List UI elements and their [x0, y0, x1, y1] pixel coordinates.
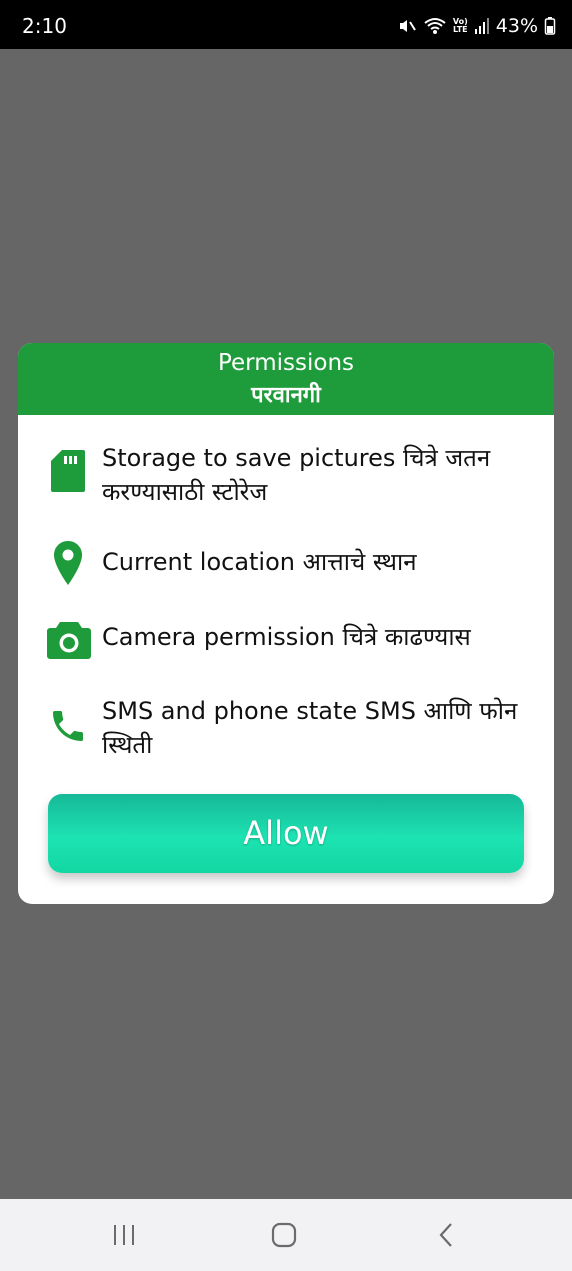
dialog-title: Permissions	[217, 350, 355, 376]
navigation-bar	[0, 1199, 572, 1271]
location-pin-icon	[48, 539, 88, 587]
wifi-icon	[423, 16, 447, 36]
phone-icon	[48, 702, 88, 750]
recents-icon[interactable]	[104, 1217, 144, 1253]
dialog-subtitle: परवानगी	[251, 383, 321, 408]
home-icon[interactable]	[264, 1217, 304, 1253]
mute-icon	[397, 16, 417, 36]
lte-label: LTE	[452, 25, 468, 34]
battery-percent: 43%	[495, 15, 538, 37]
sd-card-icon	[48, 447, 88, 495]
permission-storage-label: Storage to save pictures चित्रे जतन करण्…	[102, 444, 491, 506]
back-icon[interactable]	[426, 1217, 466, 1253]
battery-icon	[544, 16, 556, 36]
status-icons: Vo) LTE 43%	[397, 12, 556, 40]
dialog-header: Permissions परवानगी	[18, 343, 554, 415]
volte-lte-icon: Vo) LTE	[453, 18, 468, 34]
camera-icon	[46, 616, 92, 664]
permission-camera-label: Camera permission चित्रे काढण्यास	[102, 623, 471, 651]
permission-location-label: Current location आत्ताचे स्थान	[102, 548, 417, 576]
signal-icon	[474, 17, 490, 35]
status-bar: 2:10 Vo) LTE 43%	[0, 0, 572, 49]
permissions-dialog: Permissions परवानगी Storage to save pict…	[18, 343, 554, 904]
allow-button[interactable]: Allow	[48, 794, 524, 873]
permission-phone-label: SMS and phone state SMS आणि फोन स्थिती	[102, 697, 518, 759]
status-time: 2:10	[22, 14, 67, 38]
